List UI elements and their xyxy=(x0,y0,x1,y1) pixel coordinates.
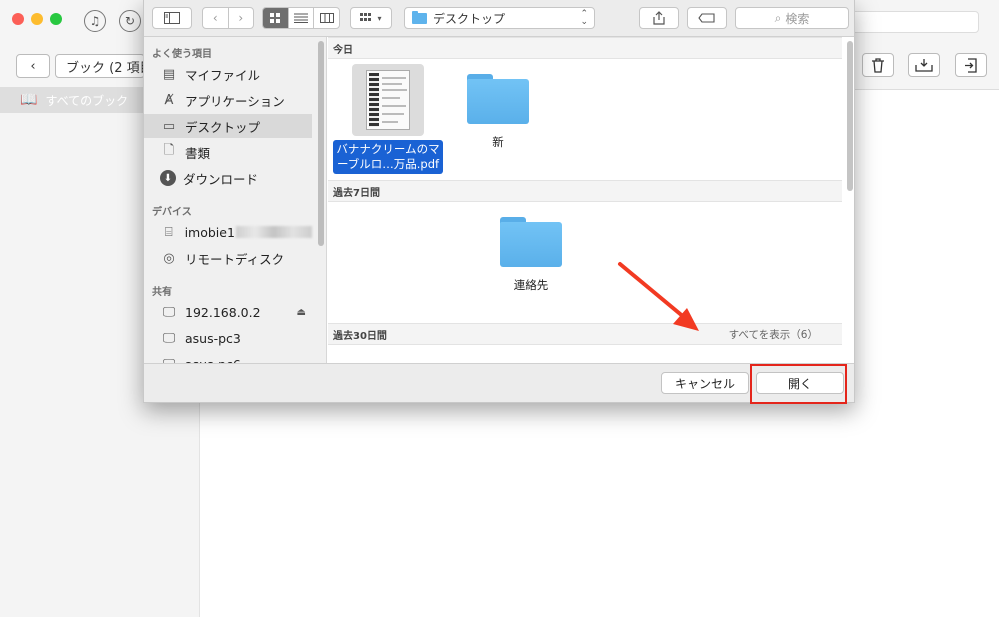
arrange-button[interactable]: ▾ xyxy=(350,7,392,29)
applications-icon: Ⱥ xyxy=(164,92,174,108)
desktop-icon: ▭ xyxy=(162,118,176,134)
devices-header: デバイス xyxy=(152,207,192,218)
computer-icon: 🖵 xyxy=(162,330,176,346)
all-files-icon: ▤ xyxy=(162,66,176,82)
sidebar-item-remote-disc[interactable]: ◎ リモートディスク xyxy=(144,246,312,270)
tag-icon xyxy=(698,13,715,23)
cancel-button[interactable]: キャンセル xyxy=(661,372,749,394)
minimize-window-button[interactable] xyxy=(31,13,43,25)
sidebar-item-documents[interactable]: 🗋 書類 xyxy=(144,140,312,164)
remote-disc-icon: ◎ xyxy=(163,250,175,266)
arrange-icon xyxy=(360,13,372,21)
sidebar-icon xyxy=(164,12,180,24)
sidebar-item-shared-asus-pc3[interactable]: 🖵 asus-pc3 xyxy=(144,326,312,350)
forward-nav-button[interactable]: › xyxy=(229,8,254,28)
chevron-down-icon: ▾ xyxy=(377,13,382,23)
sidebar-item-desktop[interactable]: ▭ デスクトップ xyxy=(144,114,312,138)
nav-buttons: ‹ › xyxy=(202,7,254,29)
annotation-arrow xyxy=(618,262,699,331)
import-button[interactable] xyxy=(955,53,987,77)
computer-icon: 🖵 xyxy=(160,355,178,364)
group-header-today: 今日 xyxy=(328,37,842,59)
folder-item-contacts[interactable]: 連絡先 xyxy=(500,217,562,293)
updown-chevron-icon: ⌃ ⌄ xyxy=(580,9,588,27)
folder-name: 連絡先 xyxy=(513,278,549,292)
sidebar-item-my-files[interactable]: ▤ マイファイル xyxy=(144,62,312,86)
favorites-header: よく使う項目 xyxy=(152,49,212,60)
open-file-dialog: ‹ › ▾ デスクトップ ⌃ ⌄ ⌕ 検索 よく使う項目 ▤ マイファイル Ⱥ … xyxy=(143,0,855,403)
icon-view-button[interactable] xyxy=(263,8,289,28)
share-icon xyxy=(653,11,665,25)
export-to-pc-button[interactable] xyxy=(908,53,940,77)
folder-icon xyxy=(412,10,427,24)
folder-item-new[interactable]: 新 xyxy=(467,74,529,150)
sidebar-toggle-button[interactable] xyxy=(152,7,192,29)
file-browser: 今日 バナナクリームのマ ーブルロ…万品.pdf 新 過去7日間 連絡先 過去3… xyxy=(328,37,854,363)
group-header-past-30-days: 過去30日間 すべてを表示（6） xyxy=(328,323,842,345)
document-icon xyxy=(366,70,410,130)
music-note-icon[interactable]: ♫ xyxy=(84,10,106,32)
search-field[interactable]: ⌕ 検索 xyxy=(735,7,849,29)
close-window-button[interactable] xyxy=(12,13,24,25)
breadcrumb: ブック (2 項目 xyxy=(55,54,145,78)
disk-icon: ⌸ xyxy=(164,224,173,240)
downloads-icon: ⬇ xyxy=(160,170,176,186)
chevron-left-icon: ‹ xyxy=(212,11,218,25)
zoom-window-button[interactable] xyxy=(50,13,62,25)
folder-name: 新 xyxy=(492,135,504,149)
column-view-button[interactable] xyxy=(314,8,339,28)
documents-icon: 🗋 xyxy=(163,143,175,158)
dialog-footer: キャンセル 開く xyxy=(144,363,854,402)
columns-icon xyxy=(319,13,334,23)
trash-button[interactable] xyxy=(862,53,894,77)
group-header-past-7-days: 過去7日間 xyxy=(328,180,842,202)
shared-header: 共有 xyxy=(152,287,172,298)
back-nav-button[interactable]: ‹ xyxy=(203,8,229,28)
computer-icon: 🖵 xyxy=(162,304,176,320)
sidebar-scrollbar[interactable] xyxy=(318,41,324,246)
folder-icon xyxy=(467,74,529,126)
sidebar-item-downloads[interactable]: ⬇ ダウンロード xyxy=(144,166,312,190)
highlight-box-open-button xyxy=(750,364,847,404)
folder-icon xyxy=(500,217,562,269)
sidebar-item-disk[interactable]: ⌸ imobie1 xyxy=(144,220,312,244)
sidebar-item-shared-192[interactable]: 🖵 192.168.0.2 ⏏ xyxy=(144,300,312,324)
view-mode-segmented xyxy=(262,7,340,29)
share-button[interactable] xyxy=(639,7,679,29)
back-button[interactable]: ‹ xyxy=(16,54,50,78)
dialog-toolbar: ‹ › ▾ デスクトップ ⌃ ⌄ ⌕ 検索 xyxy=(144,0,854,37)
list-view-button[interactable] xyxy=(289,8,315,28)
eject-icon[interactable]: ⏏ xyxy=(297,307,306,318)
show-all-link[interactable]: すべてを表示（6） xyxy=(729,327,818,342)
tag-button[interactable] xyxy=(687,7,727,29)
chevron-right-icon: › xyxy=(238,11,244,25)
app-search-field[interactable] xyxy=(845,11,979,33)
export-icon xyxy=(915,59,933,72)
sidebar-item-applications[interactable]: Ⱥ アプリケーション xyxy=(144,88,312,112)
blurred-device-name xyxy=(235,226,312,238)
grid-icon xyxy=(270,13,281,23)
file-name-selected: バナナクリームのマ ーブルロ…万品.pdf xyxy=(333,140,443,174)
content-scrollbar[interactable] xyxy=(847,41,853,191)
dialog-sidebar: よく使う項目 ▤ マイファイル Ⱥ アプリケーション ▭ デスクトップ 🗋 書類… xyxy=(144,37,327,363)
file-item-pdf[interactable]: バナナクリームのマ ーブルロ…万品.pdf xyxy=(332,64,444,174)
book-icon: 📖 xyxy=(20,92,38,108)
trash-icon xyxy=(872,57,884,73)
magnifier-icon: ⌕ xyxy=(774,10,782,25)
refresh-icon[interactable]: ↻ xyxy=(119,10,141,32)
list-icon xyxy=(294,13,308,23)
pdf-thumbnail xyxy=(352,64,424,136)
location-popup[interactable]: デスクトップ ⌃ ⌄ xyxy=(404,7,595,29)
import-icon xyxy=(965,57,977,73)
sidebar-item-shared-asus-pc6[interactable]: 🖵 asus-pc6 xyxy=(144,352,312,364)
